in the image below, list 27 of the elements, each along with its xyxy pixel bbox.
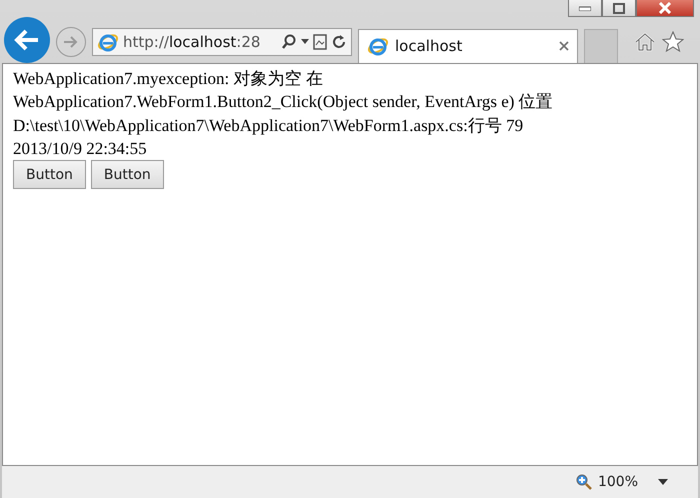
page-button[interactable]: Button [90,160,164,190]
back-button[interactable] [4,16,50,62]
error-text: WebApplication7.WebForm1.Button2_Click(Object sender, EventArgs e) 位置 [13,91,554,114]
close-icon [658,2,672,14]
zoom-icon[interactable] [576,474,592,490]
forward-arrow-icon [63,34,79,48]
page-button[interactable]: Button [13,160,86,190]
maximize-button[interactable] [602,0,636,17]
minimize-button[interactable] [568,0,602,17]
compatibility-icon[interactable] [313,34,327,50]
refresh-icon[interactable] [331,34,347,50]
maximize-icon [613,2,625,14]
browser-tab[interactable]: localhost [358,28,578,62]
error-text: D:\test\10\WebApplication7\WebApplication7\WebForm1.aspx.cs:行号 79 [13,114,524,137]
address-field[interactable]: http://localhost:28 [92,28,352,56]
close-tab-icon[interactable] [559,41,569,51]
error-text: 2013/10/9 22:34:55 [13,138,148,160]
caret-icon[interactable] [301,39,309,44]
close-button[interactable] [636,0,694,17]
error-text: WebApplication7.myexception: 对象为空 在 [13,68,324,90]
favorites-star-icon[interactable] [662,30,684,52]
zoom-level[interactable]: 100% [598,474,638,490]
minimize-icon [579,5,591,11]
search-icon[interactable] [281,34,297,50]
caret-icon[interactable] [658,479,668,485]
home-icon[interactable] [634,32,656,52]
back-arrow-icon [14,28,40,50]
